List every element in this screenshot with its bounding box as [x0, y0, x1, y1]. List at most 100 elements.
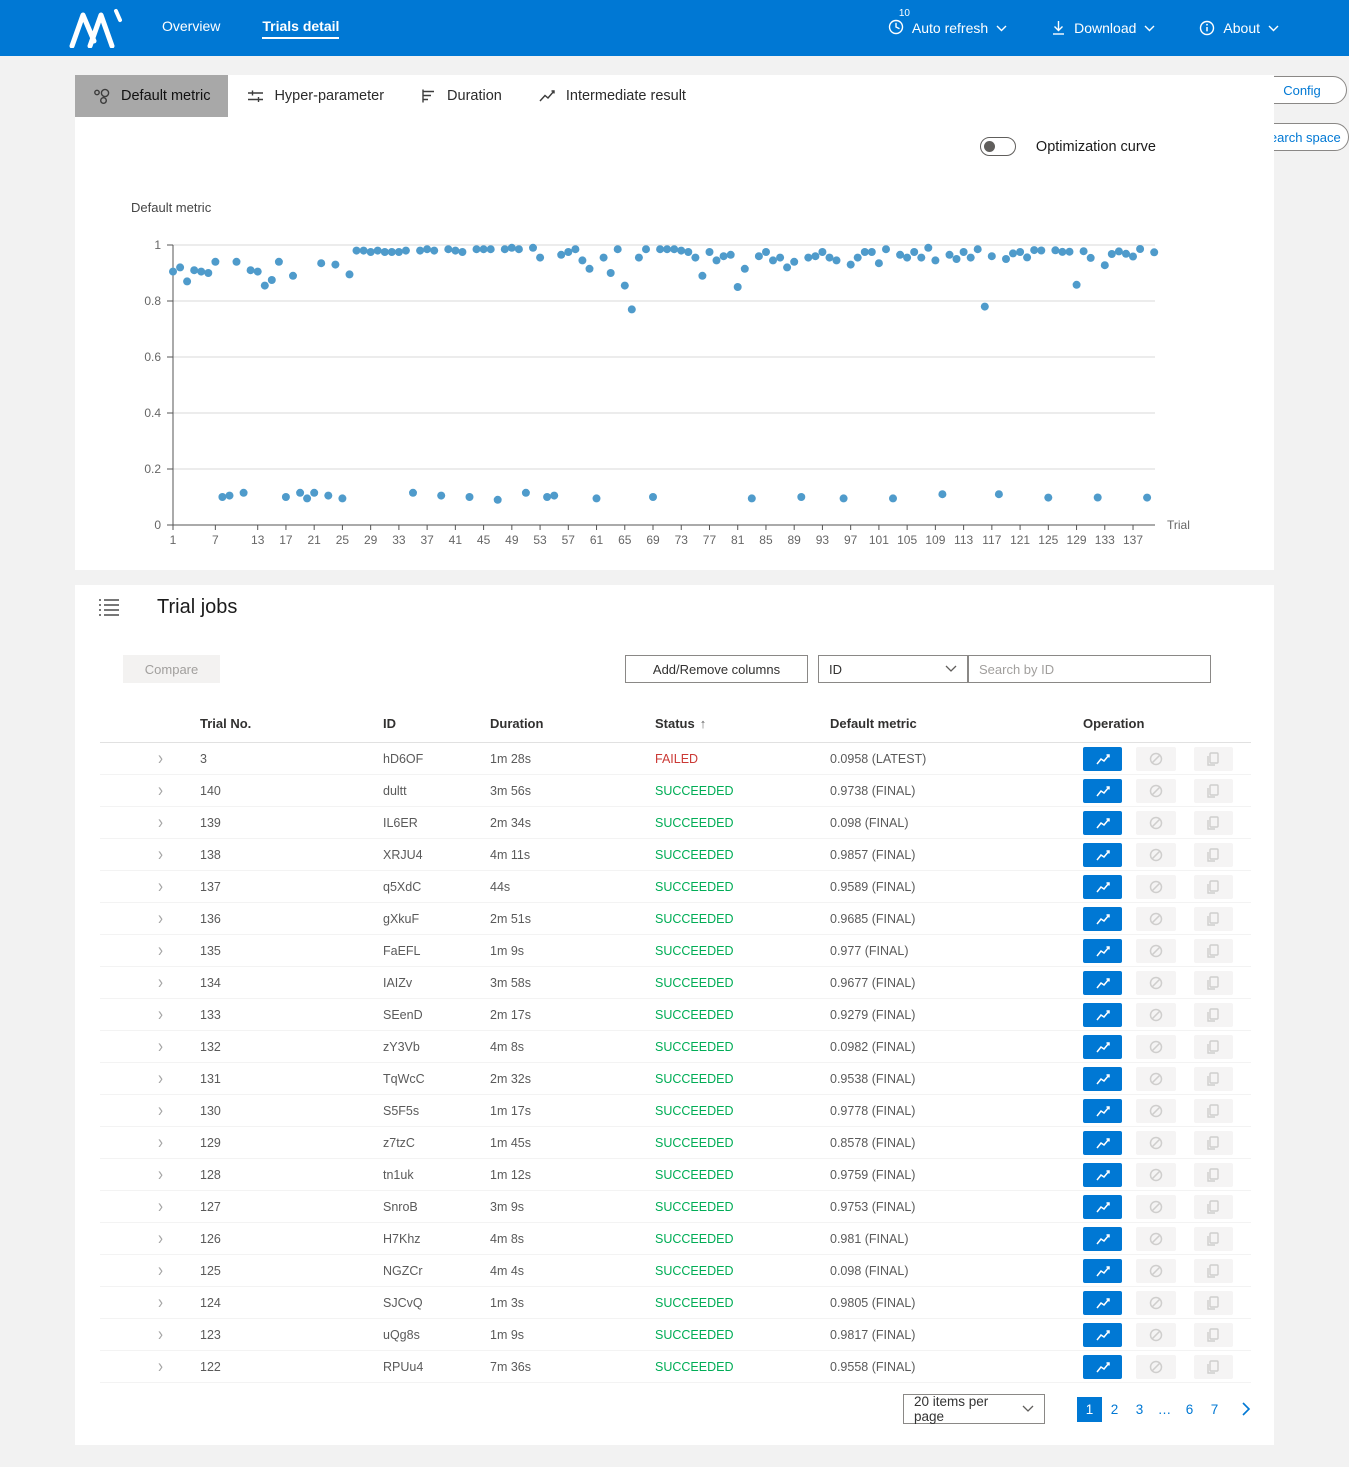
next-page-button[interactable] [1241, 1402, 1251, 1416]
copy-trial-button [1194, 1163, 1233, 1187]
default-metric-scatter-chart[interactable]: 00.20.40.60.8117131721252933374145495357… [75, 225, 1274, 570]
col-id[interactable]: ID [383, 716, 490, 731]
col-trial-no[interactable]: Trial No. [200, 716, 383, 731]
items-per-page-select[interactable]: 20 items per page [903, 1394, 1045, 1424]
view-intermediate-button[interactable] [1083, 1355, 1122, 1379]
expand-chevron-icon[interactable]: › [158, 747, 163, 769]
expand-chevron-icon[interactable]: › [158, 811, 163, 833]
expand-chevron-icon[interactable]: › [158, 1003, 163, 1025]
nav-overview[interactable]: Overview [162, 18, 220, 39]
compare-button[interactable]: Compare [123, 655, 220, 683]
kill-icon [1148, 975, 1164, 991]
page-button-3[interactable]: 3 [1127, 1397, 1152, 1422]
nav-trials-detail[interactable]: Trials detail [262, 18, 339, 39]
view-intermediate-button[interactable] [1083, 1195, 1122, 1219]
expand-chevron-icon[interactable]: › [158, 1131, 163, 1153]
view-intermediate-button[interactable] [1083, 1131, 1122, 1155]
expand-chevron-icon[interactable]: › [158, 1291, 163, 1313]
search-field-select[interactable]: ID [818, 655, 968, 683]
copy-icon [1205, 1263, 1221, 1279]
col-status[interactable]: Status↑ [655, 716, 830, 731]
scatter-point [967, 254, 975, 262]
x-tick-label: 57 [562, 533, 576, 547]
tab-default-metric[interactable]: Default metric [75, 75, 228, 117]
tab-hyper-parameter[interactable]: Hyper-parameter [228, 75, 402, 117]
expand-chevron-icon[interactable]: › [158, 1259, 163, 1281]
view-intermediate-button[interactable] [1083, 1291, 1122, 1315]
view-intermediate-button[interactable] [1083, 843, 1122, 867]
status-cell: SUCCEEDED [655, 1200, 830, 1214]
expand-chevron-icon[interactable]: › [158, 875, 163, 897]
trial-jobs-table: Trial No. ID Duration Status↑ Default me… [100, 705, 1251, 1383]
col-default-metric[interactable]: Default metric [830, 716, 1083, 731]
page-button-7[interactable]: 7 [1202, 1397, 1227, 1422]
view-intermediate-button[interactable] [1083, 1163, 1122, 1187]
scatter-point [600, 254, 608, 262]
expand-chevron-icon[interactable]: › [158, 1323, 163, 1345]
about-menu[interactable]: About [1199, 20, 1279, 36]
scatter-point [451, 247, 459, 255]
tab-intermediate-result[interactable]: Intermediate result [520, 75, 704, 117]
expand-cell: › [100, 750, 200, 767]
expand-chevron-icon[interactable]: › [158, 1035, 163, 1057]
scatter-point [1023, 253, 1031, 261]
sort-arrow-icon: ↑ [700, 716, 707, 731]
view-intermediate-button[interactable] [1083, 811, 1122, 835]
add-remove-columns-button[interactable]: Add/Remove columns [625, 655, 808, 683]
view-intermediate-button[interactable] [1083, 939, 1122, 963]
scatter-point [762, 248, 770, 256]
copy-trial-button [1194, 1355, 1233, 1379]
expand-chevron-icon[interactable]: › [158, 1227, 163, 1249]
view-intermediate-button[interactable] [1083, 779, 1122, 803]
x-tick-label: 105 [897, 533, 917, 547]
trial-no-cell: 138 [200, 848, 383, 862]
scatter-point [1087, 254, 1095, 262]
expand-chevron-icon[interactable]: › [158, 1067, 163, 1089]
kill-trial-button [1136, 971, 1175, 995]
expand-chevron-icon[interactable]: › [158, 779, 163, 801]
view-intermediate-button[interactable] [1083, 1067, 1122, 1091]
scatter-point [536, 254, 544, 262]
view-intermediate-button[interactable] [1083, 875, 1122, 899]
duration-cell: 4m 8s [490, 1232, 655, 1246]
expand-chevron-icon[interactable]: › [158, 1163, 163, 1185]
view-intermediate-button[interactable] [1083, 1259, 1122, 1283]
auto-refresh-menu[interactable]: 10 Auto refresh [888, 19, 1007, 38]
line-chart-icon [1095, 751, 1111, 767]
view-intermediate-button[interactable] [1083, 971, 1122, 995]
expand-chevron-icon[interactable]: › [158, 907, 163, 929]
copy-icon [1205, 1103, 1221, 1119]
tab-duration[interactable]: Duration [402, 75, 520, 117]
download-menu[interactable]: Download [1051, 20, 1155, 36]
view-intermediate-button[interactable] [1083, 747, 1122, 771]
scatter-point [374, 247, 382, 255]
expand-chevron-icon[interactable]: › [158, 1355, 163, 1377]
view-intermediate-button[interactable] [1083, 1323, 1122, 1347]
page-button-1[interactable]: 1 [1077, 1397, 1102, 1422]
col-duration[interactable]: Duration [490, 716, 655, 731]
expand-chevron-icon[interactable]: › [158, 939, 163, 961]
search-by-id-input[interactable] [968, 655, 1211, 683]
scatter-point [713, 256, 721, 264]
scatter-point [1115, 247, 1123, 255]
view-intermediate-button[interactable] [1083, 907, 1122, 931]
status-cell: SUCCEEDED [655, 880, 830, 894]
chevron-down-icon [945, 665, 957, 673]
expand-chevron-icon[interactable]: › [158, 843, 163, 865]
expand-chevron-icon[interactable]: › [158, 1099, 163, 1121]
page-button-2[interactable]: 2 [1102, 1397, 1127, 1422]
expand-cell: › [100, 846, 200, 863]
expand-chevron-icon[interactable]: › [158, 1195, 163, 1217]
expand-chevron-icon[interactable]: › [158, 971, 163, 993]
trial-no-cell: 125 [200, 1264, 383, 1278]
optimization-curve-toggle[interactable] [980, 137, 1016, 156]
view-intermediate-button[interactable] [1083, 1227, 1122, 1251]
view-intermediate-button[interactable] [1083, 1035, 1122, 1059]
chevron-right-icon [1241, 1402, 1251, 1416]
scatter-point [261, 282, 269, 290]
page-button-6[interactable]: 6 [1177, 1397, 1202, 1422]
view-intermediate-button[interactable] [1083, 1003, 1122, 1027]
copy-trial-button [1194, 1227, 1233, 1251]
view-intermediate-button[interactable] [1083, 1099, 1122, 1123]
x-tick-label: 65 [618, 533, 632, 547]
